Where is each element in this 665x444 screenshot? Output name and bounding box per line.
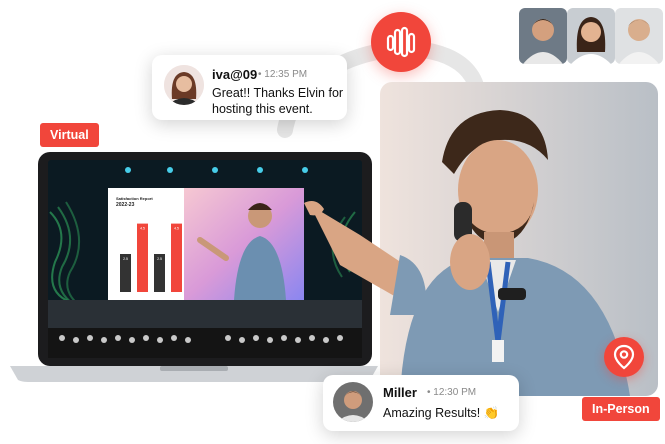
virtual-label: Virtual [40,123,99,147]
slide-chart-bar-label: 4.5 [174,227,179,231]
chat-message-line: hosting this event. [212,102,313,116]
chat-time: • 12:30 PM [427,387,477,398]
avatar [615,8,663,64]
slide-title: Satisfaction Report [116,196,153,201]
in-person-label: In-Person [582,397,660,421]
chat-message-card: iva@09 • 12:35 PM Great!! Thanks Elvin f… [152,55,347,120]
chat-message-text: Great!! Thanks Elvin for hosting this ev… [212,85,344,117]
slide-chart-bar-label: 2.5 [123,257,128,261]
slide-chart-bar-label: 2.5 [157,257,162,261]
audio-wave-badge [371,12,431,72]
chat-message-card: Miller • 12:30 PM Amazing Results! 👏 [323,375,519,431]
pointing-arm [304,201,427,315]
chat-message-line: Great!! Thanks Elvin for [212,86,344,100]
slide-chart-bar-label: 4.5 [140,227,145,231]
chat-time-text: 12:35 PM [264,69,308,80]
slide-chart-bar [171,223,182,292]
location-pin-icon [613,344,635,370]
chat-sender-name: iva@09 [212,67,258,82]
attendee-avatars [519,8,663,64]
location-pin-badge [604,337,644,377]
chat-time-text: 12:30 PM [433,387,477,398]
slide-chart-bar [137,223,148,292]
avatar [519,8,567,64]
chat-sender-name: Miller [383,385,417,400]
chat-message-text: Amazing Results! 👏 [383,406,500,420]
avatar [164,65,204,105]
audio-wave-icon [386,26,416,58]
avatar [333,382,373,422]
slide-subtitle: 2022-23 [116,202,135,208]
chat-time: • 12:35 PM [258,69,308,80]
avatar [567,8,615,64]
slide-bar-chart: 2.5 4.5 2.5 4.5 [120,223,182,292]
